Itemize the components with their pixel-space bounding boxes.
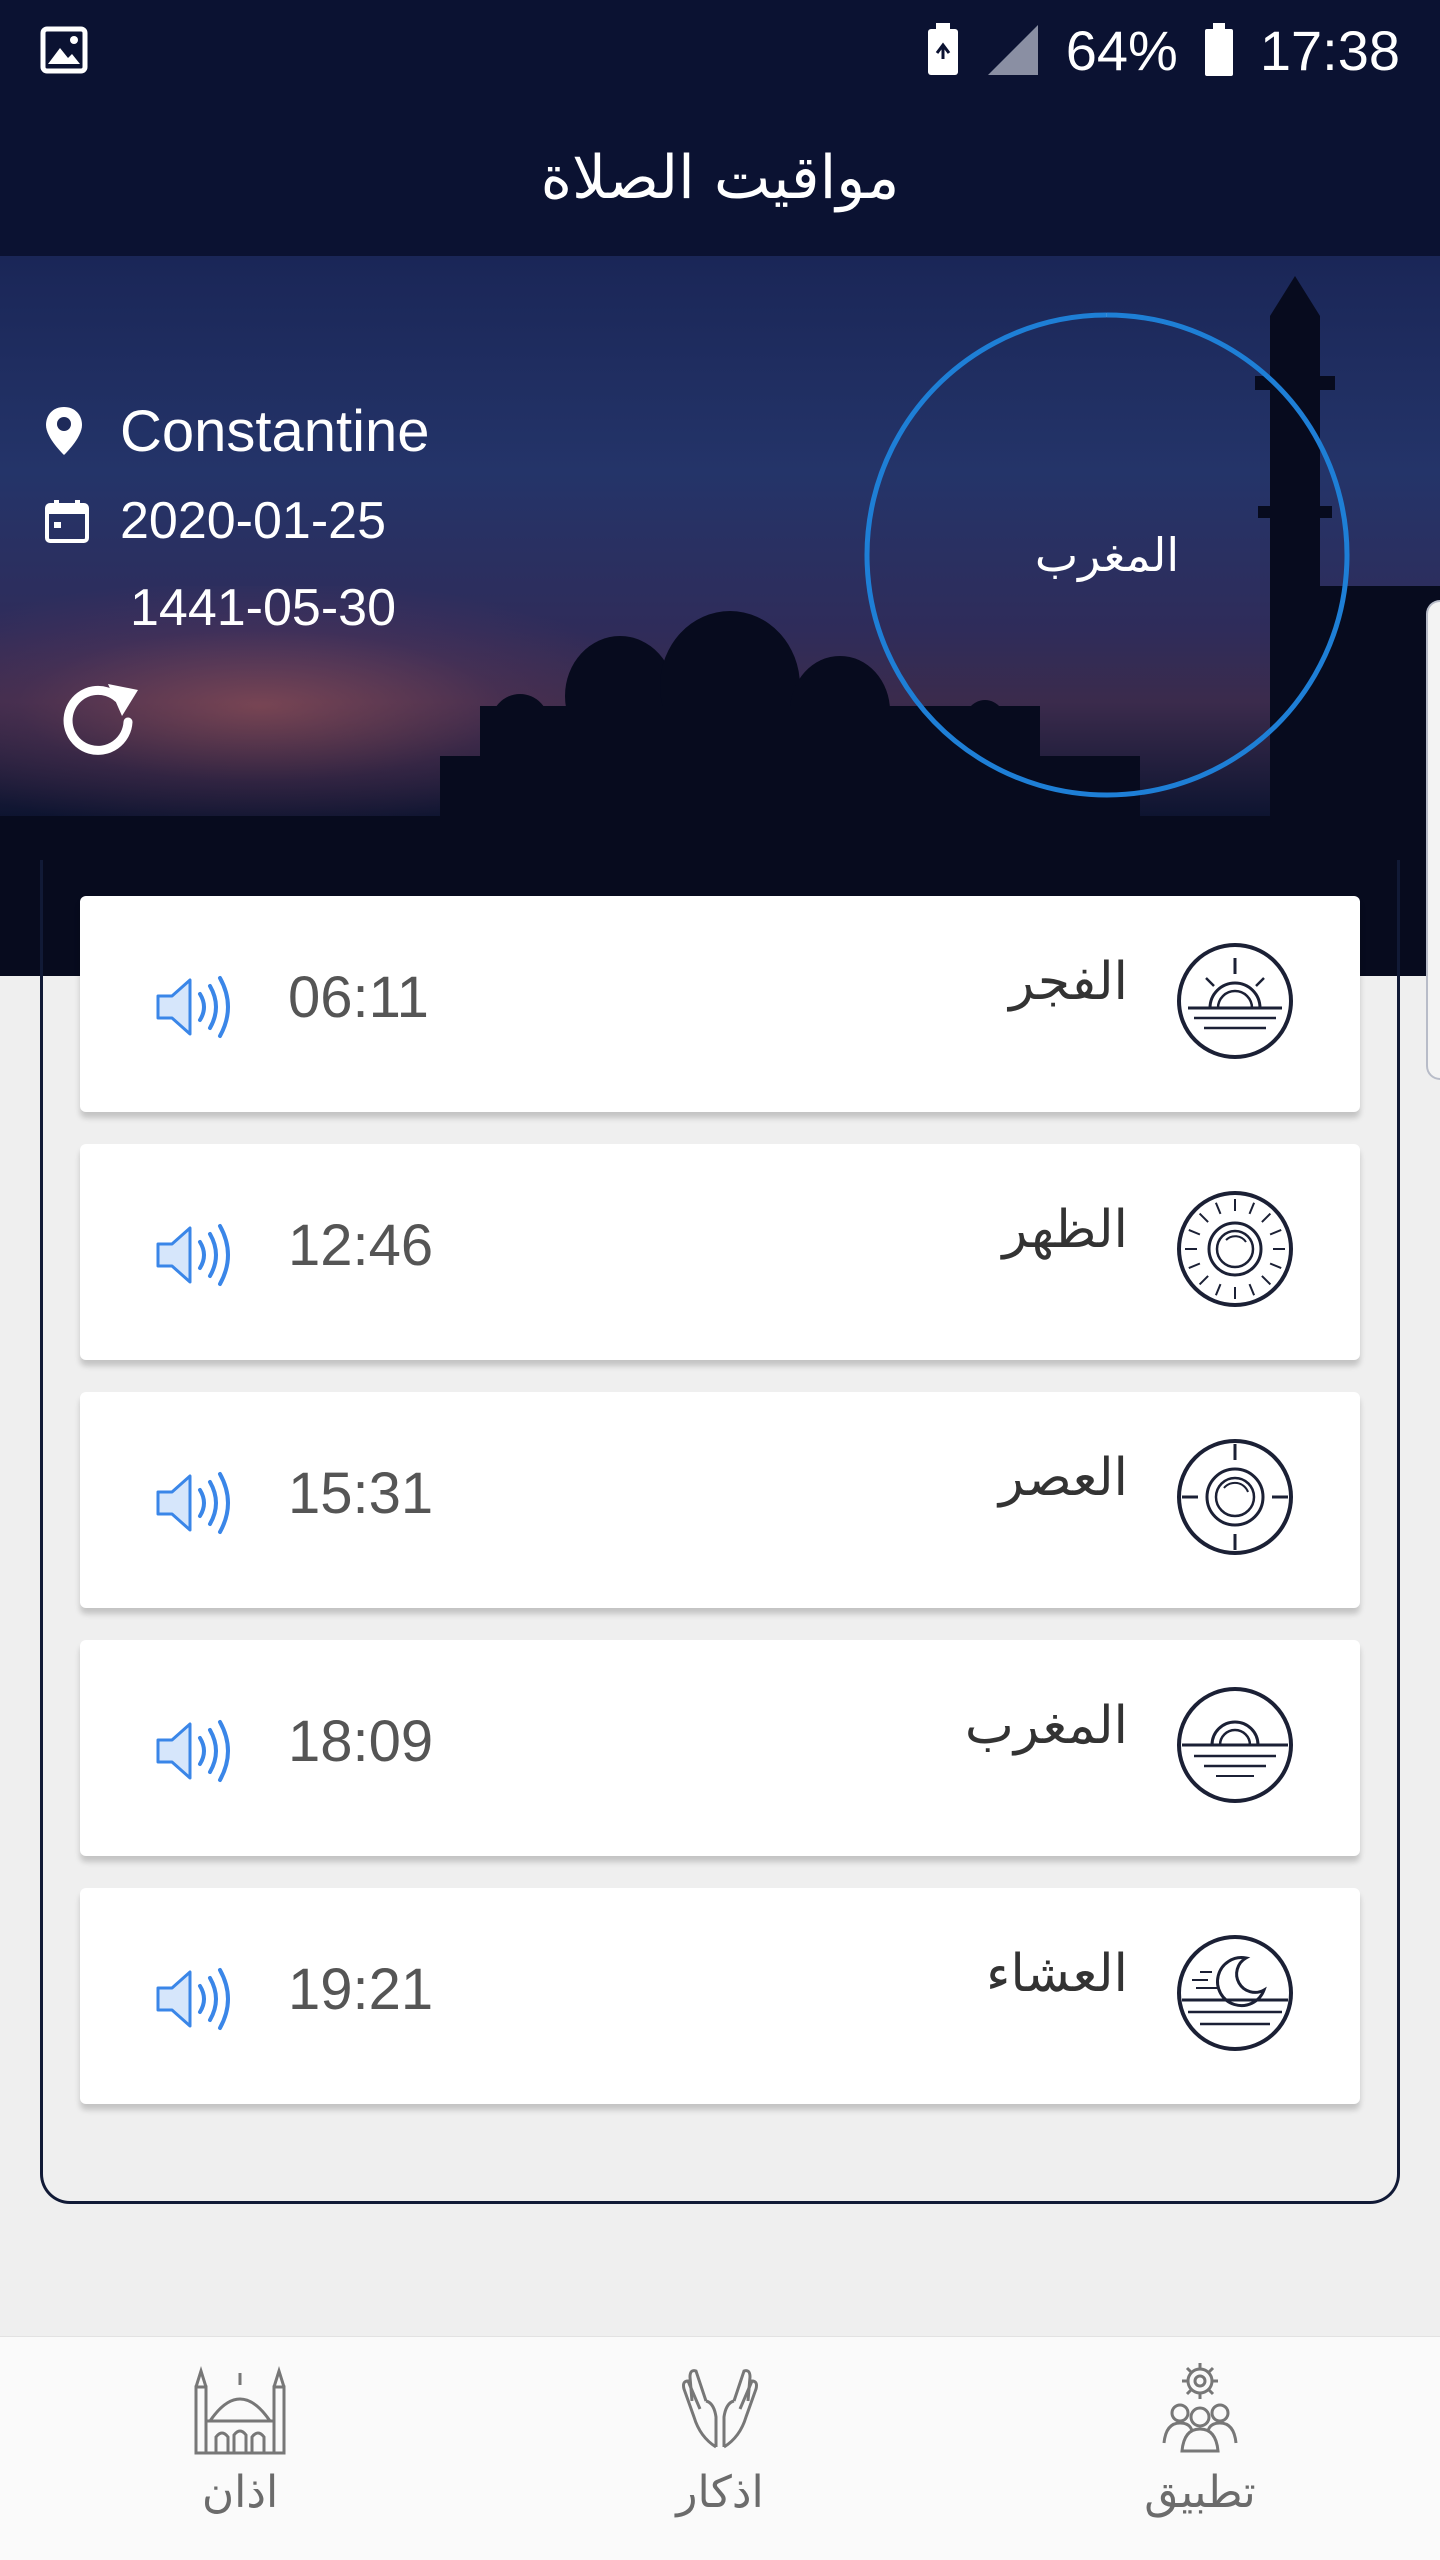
prayer-time: 18:09 — [288, 1709, 434, 1774]
nav-adhan[interactable]: اذان — [130, 2357, 350, 2557]
prayer-list: 06:11 الفجر 12:46 الظهر 15:31 العصر 18:0… — [80, 896, 1360, 2136]
hijri-date: 1441-05-30 — [130, 579, 396, 637]
prayer-card-maghrib[interactable]: 18:09 المغرب — [80, 1640, 1360, 1856]
prayer-name: الظهر — [1002, 1200, 1128, 1260]
prayer-time: 06:11 — [288, 965, 429, 1030]
prayer-card-dhuhr[interactable]: 12:46 الظهر — [80, 1144, 1360, 1360]
current-prayer-label: المغرب — [1034, 528, 1180, 582]
battery-saver-icon — [927, 23, 958, 75]
speaker-icon[interactable] — [154, 1716, 240, 1786]
page-title: مواقيت الصلاة — [540, 143, 900, 213]
side-drawer-handle[interactable] — [1426, 600, 1440, 1080]
gregorian-date-row: 2020-01-25 — [44, 476, 430, 566]
speaker-icon[interactable] — [154, 1468, 240, 1538]
refresh-icon[interactable] — [56, 676, 146, 766]
location-info: Constantine 2020-01-25 1441-05-30 — [44, 386, 430, 650]
status-bar: 64% 17:38 — [0, 0, 1440, 100]
calendar-icon — [44, 498, 100, 544]
speaker-icon[interactable] — [154, 1220, 240, 1290]
prayer-card-isha[interactable]: 19:21 العشاء — [80, 1888, 1360, 2104]
maghrib-sunset-icon — [1177, 1687, 1293, 1803]
prayer-time: 19:21 — [288, 1957, 434, 2022]
prayer-name: العصر — [998, 1448, 1128, 1508]
nav-app-label: تطبيق — [1144, 2467, 1256, 2518]
city-name: Constantine — [120, 398, 430, 464]
prayer-time: 12:46 — [288, 1213, 434, 1278]
nav-adhkar-label: اذكار — [676, 2467, 764, 2518]
gregorian-date: 2020-01-25 — [120, 492, 386, 550]
community-gear-icon — [1162, 2363, 1238, 2453]
app-header: مواقيت الصلاة — [0, 100, 1440, 256]
prayer-name: العشاء — [985, 1944, 1128, 2004]
prayer-card-asr[interactable]: 15:31 العصر — [80, 1392, 1360, 1608]
city-row: Constantine — [44, 386, 430, 476]
location-pin-icon — [44, 405, 100, 457]
gallery-notification-icon — [40, 26, 88, 74]
fajr-sunrise-icon — [1177, 943, 1293, 1059]
nav-adhkar[interactable]: اذكار — [610, 2357, 830, 2557]
signal-icon — [987, 25, 1038, 75]
bottom-nav: اذان اذكار تطبيق — [0, 2336, 1440, 2560]
speaker-icon[interactable] — [154, 972, 240, 1042]
prayer-name: الفجر — [1009, 952, 1128, 1012]
clock: 17:38 — [1259, 18, 1400, 82]
prayer-card-fajr[interactable]: 06:11 الفجر — [80, 896, 1360, 1112]
nav-adhan-label: اذان — [201, 2467, 279, 2518]
mosque-icon — [194, 2365, 286, 2455]
praying-hands-icon — [682, 2369, 758, 2449]
dhuhr-sun-icon — [1177, 1191, 1293, 1307]
isha-moon-icon — [1177, 1935, 1293, 2051]
speaker-icon[interactable] — [154, 1964, 240, 2034]
prayer-name: المغرب — [964, 1696, 1128, 1756]
nav-app[interactable]: تطبيق — [1090, 2357, 1310, 2557]
prayer-time: 15:31 — [288, 1461, 434, 1526]
battery-icon — [1204, 23, 1233, 76]
battery-percent: 64% — [1065, 18, 1178, 82]
asr-sun-icon — [1177, 1439, 1293, 1555]
